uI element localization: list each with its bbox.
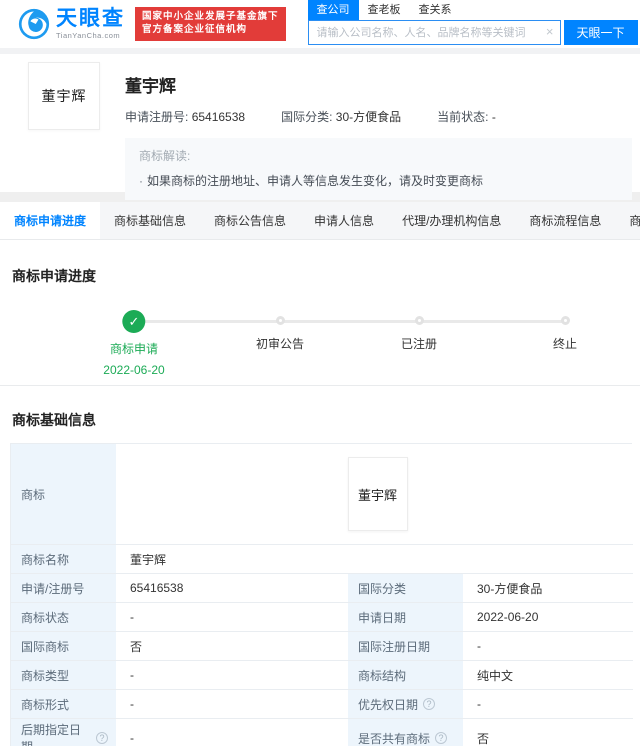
search-tab-company[interactable]: 查公司 xyxy=(307,0,359,20)
row-label-name: 商标名称 xyxy=(11,544,116,573)
row-value: 否 xyxy=(116,631,348,660)
progress-stepper: ✓ 商标申请 2022-06-20 初审公告 已注册 终止 xyxy=(12,294,640,386)
row-label-priority-date: 优先权日期? xyxy=(348,689,463,718)
row-label: 国际分类 xyxy=(348,573,463,602)
row-label: 商标状态 xyxy=(11,602,116,631)
help-icon[interactable]: ? xyxy=(423,698,436,710)
basic-info-section: 商标基础信息 商标 董宇辉 商标名称 董宇辉 申请/注册号 65416538 国… xyxy=(0,386,640,746)
row-value-mark: 董宇辉 xyxy=(116,444,633,544)
help-icon[interactable]: ? xyxy=(435,732,448,744)
step-label: 初审公告 xyxy=(255,337,305,351)
interpretation-bullet: · 如果商标的注册地址、申请人等信息发生变化，请及时变更商标 xyxy=(139,174,484,188)
todo-circle-icon xyxy=(414,316,424,325)
badge-line-2: 官方备案企业征信机构 xyxy=(142,24,248,35)
step-label: 商标申请 xyxy=(109,342,159,356)
todo-circle-icon xyxy=(275,316,285,325)
row-value: - xyxy=(116,602,348,631)
row-label: 商标形式 xyxy=(11,689,116,718)
row-value: 否 xyxy=(463,718,633,746)
brand-domain: TianYanCha.com xyxy=(56,31,121,41)
search-button[interactable]: 天眼一下 xyxy=(563,20,638,45)
application-progress-section: 商标申请进度 ✓ 商标申请 2022-06-20 初审公告 已注册 终止 xyxy=(0,240,640,385)
stepper-track xyxy=(134,320,565,323)
summary-meta: 申请注册号: 65416538 国际分类: 30-方便食品 当前状态: - xyxy=(125,108,632,125)
tab-gazette-info[interactable]: 商标公告信息 xyxy=(200,202,300,239)
meta-intl-class: 国际分类: 30-方便食品 xyxy=(281,110,402,124)
trademark-summary: 董宇辉 董宇辉 申请注册号: 65416538 国际分类: 30-方便食品 当前… xyxy=(0,54,640,200)
brand-name: 天眼查 xyxy=(56,7,125,31)
search-input[interactable] xyxy=(307,20,561,45)
step-date: 2022-06-20 xyxy=(103,363,165,377)
row-label: 申请日期 xyxy=(348,602,463,631)
basic-info-table: 商标 董宇辉 商标名称 董宇辉 申请/注册号 65416538 国际分类 30-… xyxy=(10,443,633,746)
tianyancha-logo-icon xyxy=(18,8,50,40)
row-label: 国际商标 xyxy=(11,631,116,660)
help-icon[interactable]: ? xyxy=(96,732,108,744)
row-value: - xyxy=(463,689,633,718)
row-value: - xyxy=(116,689,348,718)
row-value: - xyxy=(463,631,633,660)
row-value: 纯中文 xyxy=(463,660,633,689)
row-value: - xyxy=(116,718,348,746)
row-value: 2022-06-20 xyxy=(463,602,633,631)
todo-circle-icon xyxy=(560,316,570,325)
step-label: 已注册 xyxy=(400,337,438,351)
search-area: 查公司 查老板 查关系 × 天眼一下 xyxy=(307,0,638,45)
meta-current-status: 当前状态: - xyxy=(437,110,496,124)
search-tab-relation[interactable]: 查关系 xyxy=(410,0,461,20)
row-value: 65416538 xyxy=(116,573,348,602)
tianyancha-logo[interactable]: 天眼查 TianYanCha.com xyxy=(18,8,125,40)
step-label: 终止 xyxy=(552,337,578,351)
step-registered: 已注册 xyxy=(401,294,437,352)
trademark-image-text: 董宇辉 xyxy=(41,90,87,105)
search-tabs: 查公司 查老板 查关系 xyxy=(307,0,638,20)
page-title: 董宇辉 xyxy=(125,77,176,96)
row-label-later-designation: 后期指定日期? xyxy=(11,718,116,746)
bullet-marker: · xyxy=(139,174,143,188)
logo-text: 天眼查 TianYanCha.com xyxy=(56,8,125,40)
row-label-co-owned: 是否共有商标? xyxy=(348,718,463,746)
row-value-name: 董宇辉 xyxy=(116,544,633,573)
tab-process-info[interactable]: 商标流程信息 xyxy=(515,202,615,239)
step-preliminary-gazette: 初审公告 xyxy=(256,294,304,352)
trademark-image-small: 董宇辉 xyxy=(347,457,408,531)
detail-tabbar: 商标申请进度 商标基础信息 商标公告信息 申请人信息 代理/办理机构信息 商标流… xyxy=(0,202,640,240)
step-terminated: 终止 xyxy=(553,294,577,352)
tab-agency-info[interactable]: 代理/办理机构信息 xyxy=(388,202,515,239)
search-tab-boss[interactable]: 查老板 xyxy=(359,0,410,20)
tab-basic-info[interactable]: 商标基础信息 xyxy=(100,202,200,239)
progress-section-title: 商标申请进度 xyxy=(12,268,96,284)
row-label: 申请/注册号 xyxy=(11,573,116,602)
basic-info-section-title: 商标基础信息 xyxy=(12,412,96,428)
badge-line-1: 国家中小企业发展子基金旗下 xyxy=(142,11,279,23)
tab-goods-services[interactable]: 商品/服务项目 xyxy=(615,202,640,239)
search-input-wrap: × xyxy=(307,20,561,45)
interpretation-title: 商标解读: xyxy=(139,149,191,163)
check-icon: ✓ xyxy=(122,310,146,333)
row-label: 商标类型 xyxy=(11,660,116,689)
row-label-mark: 商标 xyxy=(11,444,116,544)
step-trademark-application: ✓ 商标申请 2022-06-20 xyxy=(103,294,165,377)
clear-icon[interactable]: × xyxy=(546,24,554,40)
tab-applicant-info[interactable]: 申请人信息 xyxy=(300,202,388,239)
certification-badge: 国家中小企业发展子基金旗下 官方备案企业征信机构 xyxy=(135,7,286,41)
tab-application-progress[interactable]: 商标申请进度 xyxy=(0,202,101,239)
trademark-image: 董宇辉 xyxy=(28,62,100,130)
row-label: 国际注册日期 xyxy=(348,631,463,660)
meta-registration-no: 申请注册号: 65416538 xyxy=(125,110,246,124)
row-label: 商标结构 xyxy=(348,660,463,689)
row-value: - xyxy=(116,660,348,689)
site-header: 天眼查 TianYanCha.com 国家中小企业发展子基金旗下 官方备案企业征… xyxy=(0,0,640,48)
trademark-interpretation-box: 商标解读: · 如果商标的注册地址、申请人等信息发生变化，请及时变更商标 xyxy=(125,138,632,200)
row-value: 30-方便食品 xyxy=(463,573,633,602)
